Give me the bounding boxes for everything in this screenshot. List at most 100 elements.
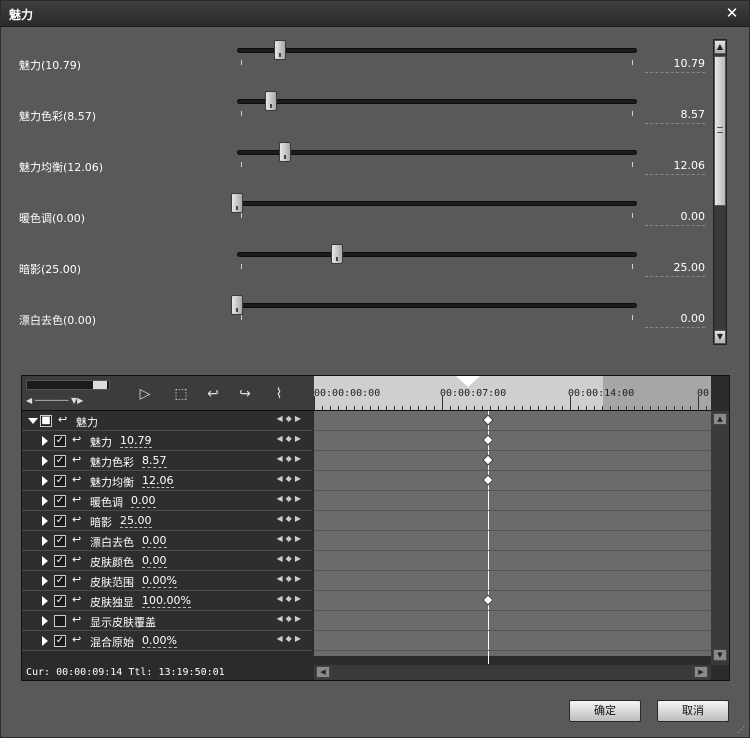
prev-keyframe-icon[interactable]: ↩ (202, 384, 224, 404)
track-value[interactable]: 25.00 (120, 514, 152, 528)
zoom-control[interactable]: ◀ ─────── ▼▶ (26, 396, 110, 406)
track-row[interactable]: ✓ ↩ 魅力 10.79 ◀◆▶ (22, 431, 312, 451)
track-row[interactable]: ✓ ↩ 皮肤范围 0.00% ◀◆▶ (22, 571, 312, 591)
time-ruler[interactable]: 00:00:00:00 00:00:07:00 00:00:14:00 00 (314, 376, 711, 411)
loop-icon[interactable]: ↩ (72, 633, 86, 646)
track-value[interactable]: 8.57 (142, 454, 167, 468)
param-slider-thumb[interactable] (279, 142, 292, 162)
scroll-up-arrow-icon[interactable]: ▲ (714, 40, 726, 54)
track-checkbox[interactable]: ✓ (54, 475, 66, 487)
track-checkbox[interactable]: ✓ (54, 515, 66, 527)
add-keyframe-icon[interactable]: ⬚ (170, 384, 192, 404)
track-value[interactable]: 0.00% (142, 634, 177, 648)
param-slider-thumb[interactable] (331, 244, 343, 264)
param-value-field[interactable]: 0.00 (645, 312, 705, 328)
track-checkbox[interactable]: ■ (40, 415, 52, 427)
param-slider-track[interactable] (237, 150, 637, 155)
keyframe-nav-icon[interactable]: ◀◆▶ (277, 474, 304, 483)
track-row[interactable]: ✓ ↩ 混合原始 0.00% ◀◆▶ (22, 631, 312, 651)
loop-icon[interactable]: ↩ (72, 593, 86, 606)
track-row[interactable]: ✓ ↩ 皮肤独显 100.00% ◀◆▶ (22, 591, 312, 611)
track-row[interactable]: ↩ 显示皮肤覆盖 ◀◆▶ (22, 611, 312, 631)
playhead-marker-icon[interactable] (456, 376, 480, 387)
param-slider-thumb[interactable] (274, 40, 287, 60)
param-slider-thumb[interactable] (231, 295, 243, 315)
track-value[interactable]: 100.00% (142, 594, 191, 608)
scroll-down-arrow-icon[interactable]: ▼ (713, 649, 727, 661)
keyframe-nav-icon[interactable]: ◀◆▶ (277, 434, 304, 443)
expand-arrow-icon[interactable] (42, 496, 48, 506)
expand-arrow-icon[interactable] (42, 596, 48, 606)
expand-arrow-icon[interactable] (42, 516, 48, 526)
track-value[interactable]: 0.00 (131, 494, 156, 508)
expand-arrow-icon[interactable] (42, 476, 48, 486)
keyframe-nav-icon[interactable]: ◀◆▶ (277, 494, 304, 503)
expand-arrow-icon[interactable] (42, 576, 48, 586)
track-checkbox[interactable]: ✓ (54, 595, 66, 607)
param-slider-thumb[interactable] (265, 91, 278, 111)
expand-arrow-icon[interactable] (42, 556, 48, 566)
track-value[interactable]: 10.79 (120, 434, 152, 448)
expand-arrow-icon[interactable] (42, 436, 48, 446)
track-checkbox[interactable]: ✓ (54, 495, 66, 507)
close-button[interactable]: ✕ (723, 4, 741, 22)
track-row[interactable]: ✓ ↩ 暗影 25.00 ◀◆▶ (22, 511, 312, 531)
loop-icon[interactable]: ↩ (72, 453, 86, 466)
track-row[interactable]: ✓ ↩ 暖色调 0.00 ◀◆▶ (22, 491, 312, 511)
param-value-field[interactable]: 10.79 (645, 57, 705, 73)
track-checkbox[interactable] (54, 615, 66, 627)
keyframe-nav-icon[interactable]: ◀◆▶ (277, 574, 304, 583)
track-value[interactable]: 0.00 (142, 554, 167, 568)
expand-arrow-icon[interactable] (42, 536, 48, 546)
loop-icon[interactable]: ↩ (72, 513, 86, 526)
resize-grip-icon[interactable]: ⋰ (737, 725, 747, 735)
scroll-right-arrow-icon[interactable]: ▶ (694, 666, 708, 678)
keyframe-nav-icon[interactable]: ◀◆▶ (277, 534, 304, 543)
keyframe-diamond-icon[interactable] (482, 594, 494, 606)
param-value-field[interactable]: 12.06 (645, 159, 705, 175)
param-scrollbar[interactable]: ▲ ▼ (713, 39, 727, 345)
scroll-down-arrow-icon[interactable]: ▼ (714, 330, 726, 344)
keyframe-nav-icon[interactable]: ◀◆▶ (277, 414, 304, 423)
loop-icon[interactable]: ↩ (72, 493, 86, 506)
keyframe-diamond-icon[interactable] (482, 434, 494, 446)
ok-button[interactable]: 确定 (569, 700, 641, 722)
keyframe-nav-icon[interactable]: ◀◆▶ (277, 634, 304, 643)
keyframe-area[interactable] (314, 411, 711, 664)
loop-icon[interactable]: ↩ (72, 433, 86, 446)
track-row[interactable]: ■ ↩ 魅力 ◀◆▶ (22, 411, 312, 431)
loop-icon[interactable]: ↩ (72, 473, 86, 486)
zoom-slider[interactable] (26, 380, 110, 390)
param-slider-track[interactable] (237, 201, 637, 206)
param-value-field[interactable]: 0.00 (645, 210, 705, 226)
keyframe-nav-icon[interactable]: ◀◆▶ (277, 594, 304, 603)
track-row[interactable]: ✓ ↩ 漂白去色 0.00 ◀◆▶ (22, 531, 312, 551)
scroll-left-arrow-icon[interactable]: ◀ (316, 666, 330, 678)
param-slider-track[interactable] (237, 48, 637, 53)
keyframe-nav-icon[interactable]: ◀◆▶ (277, 514, 304, 523)
param-slider-track[interactable] (237, 99, 637, 104)
track-checkbox[interactable]: ✓ (54, 435, 66, 447)
zoom-thumb[interactable] (93, 381, 107, 389)
expand-arrow-icon[interactable] (28, 418, 38, 424)
timeline-vscroll[interactable]: ▲ ▼ (711, 411, 729, 665)
cancel-button[interactable]: 取消 (657, 700, 729, 722)
keyframe-diamond-icon[interactable] (482, 414, 494, 426)
expand-arrow-icon[interactable] (42, 636, 48, 646)
keyframe-nav-icon[interactable]: ◀◆▶ (277, 614, 304, 623)
param-slider-track[interactable] (237, 252, 637, 257)
track-checkbox[interactable]: ✓ (54, 635, 66, 647)
keyframe-nav-icon[interactable]: ◀◆▶ (277, 554, 304, 563)
scroll-up-arrow-icon[interactable]: ▲ (713, 413, 727, 425)
expand-arrow-icon[interactable] (42, 456, 48, 466)
track-checkbox[interactable]: ✓ (54, 535, 66, 547)
expand-arrow-icon[interactable] (42, 616, 48, 626)
loop-icon[interactable]: ↩ (58, 413, 72, 426)
track-value[interactable]: 0.00% (142, 574, 177, 588)
loop-icon[interactable]: ↩ (72, 613, 86, 626)
play-icon[interactable]: ▷ (134, 384, 156, 404)
track-checkbox[interactable]: ✓ (54, 455, 66, 467)
loop-icon[interactable]: ↩ (72, 553, 86, 566)
track-row[interactable]: ✓ ↩ 皮肤颜色 0.00 ◀◆▶ (22, 551, 312, 571)
loop-icon[interactable]: ↩ (72, 533, 86, 546)
